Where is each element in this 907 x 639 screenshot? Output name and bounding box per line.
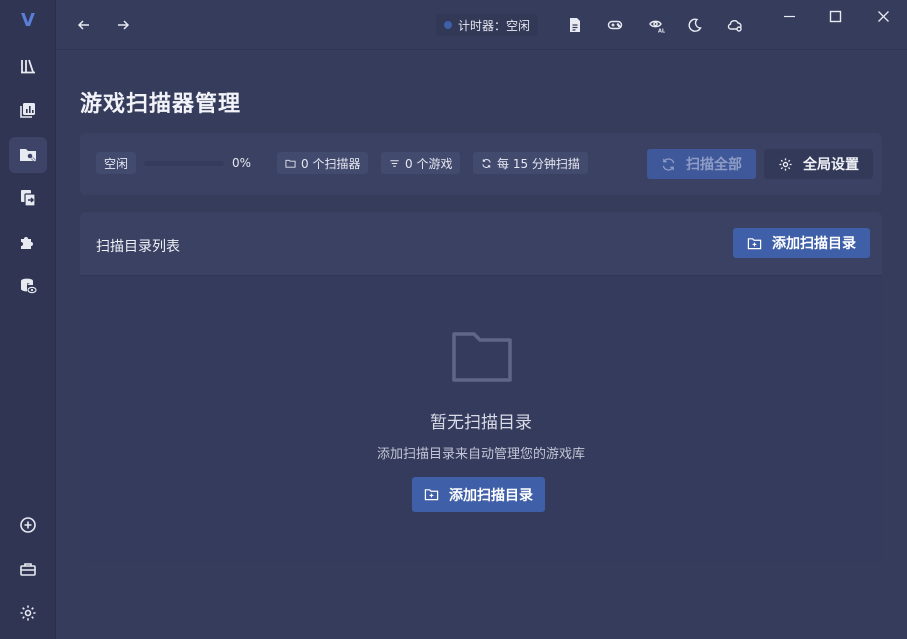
- empty-state-title: 暂无扫描目录: [430, 413, 532, 433]
- sidebar-item-add[interactable]: [9, 507, 47, 543]
- timer-dot-icon: [444, 21, 452, 29]
- minimize-icon: [783, 15, 795, 17]
- title-bar: 计时器：空闲 ALL: [56, 0, 907, 50]
- app-logo: V: [21, 10, 35, 31]
- scan-interval-chip: 每 15 分钟扫描: [473, 152, 588, 174]
- gear-icon: [779, 157, 792, 171]
- timer-label: 计时器：空闲: [458, 18, 531, 33]
- plugin-icon: [21, 237, 33, 249]
- scanner-count-chip: 0 个扫描器: [277, 152, 369, 174]
- game-count: 0 个游戏: [405, 156, 453, 171]
- database-view-icon: [21, 278, 37, 294]
- moon-icon: [688, 18, 702, 32]
- maximize-button[interactable]: [820, 6, 850, 26]
- progress-percent: 0%: [232, 156, 252, 170]
- game-count-chip: 0 个游戏: [381, 152, 461, 174]
- cloud-icon: [727, 19, 742, 32]
- library-icon: [21, 59, 35, 74]
- scanner-status-bar: 空闲 0% 0 个扫描器 0 个游戏 每 15 分钟扫描 扫描全部 全局设置: [80, 133, 882, 195]
- gamepad-icon: [607, 20, 623, 30]
- sidebar-item-library[interactable]: [9, 48, 47, 84]
- add-directory-label: 添加扫描目录: [772, 236, 856, 252]
- filter-icon: [390, 159, 399, 167]
- import-icon: [21, 190, 36, 207]
- scan-all-button[interactable]: 扫描全部: [647, 149, 756, 179]
- sidebar-item-stats[interactable]: [9, 92, 47, 128]
- document-button[interactable]: [561, 11, 589, 39]
- scan-progress-bar: [144, 161, 224, 166]
- panel-title: 扫描目录列表: [96, 239, 180, 255]
- refresh-icon: [662, 157, 675, 171]
- stats-icon: [20, 103, 35, 118]
- settings-icon: [20, 605, 36, 621]
- gamepad-button[interactable]: [601, 11, 629, 39]
- toolbox-icon: [20, 563, 36, 576]
- arrow-right-icon: [118, 20, 130, 30]
- close-icon: [877, 10, 889, 22]
- empty-add-directory-label: 添加扫描目录: [449, 487, 533, 504]
- folder-icon: [285, 159, 296, 168]
- sidebar-item-toolbox[interactable]: [9, 551, 47, 587]
- maximize-icon: [829, 10, 841, 22]
- status-badge: 空闲: [96, 152, 137, 174]
- sidebar-item-import[interactable]: [9, 180, 47, 216]
- timer-status[interactable]: 计时器：空闲: [436, 14, 539, 36]
- sidebar-item-database[interactable]: [9, 268, 47, 304]
- sidebar-item-scanner[interactable]: [9, 137, 47, 173]
- global-settings-button[interactable]: 全局设置: [764, 149, 873, 179]
- empty-add-directory-button[interactable]: 添加扫描目录: [412, 477, 545, 512]
- svg-text:ALL: ALL: [658, 29, 665, 34]
- global-settings-label: 全局设置: [803, 157, 859, 173]
- forward-button[interactable]: [109, 11, 137, 39]
- document-icon: [570, 18, 580, 32]
- sidebar-item-plugins[interactable]: [9, 224, 47, 260]
- add-circle-icon: [20, 517, 36, 533]
- scan-interval: 每 15 分钟扫描: [497, 156, 580, 171]
- scanner-count: 0 个扫描器: [301, 156, 361, 171]
- status-label: 空闲: [104, 156, 129, 171]
- panel-header: 扫描目录列表 添加扫描目录: [80, 212, 882, 276]
- theme-button[interactable]: [681, 11, 709, 39]
- scan-all-label: 扫描全部: [686, 157, 742, 173]
- folder-add-icon: [747, 237, 762, 249]
- sidebar-item-settings[interactable]: [9, 595, 47, 631]
- folder-add-icon: [424, 489, 439, 501]
- minimize-button[interactable]: [774, 6, 804, 26]
- sidebar: V: [0, 0, 56, 639]
- add-directory-button[interactable]: 添加扫描目录: [733, 228, 870, 258]
- scan-directory-panel: 扫描目录列表 添加扫描目录 暂无扫描目录 添加扫描目录来自动管理您的游戏库 添加…: [80, 212, 882, 562]
- empty-folder-icon: [452, 332, 512, 382]
- empty-state-description: 添加扫描目录来自动管理您的游戏库: [376, 447, 585, 462]
- arrow-left-icon: [77, 20, 89, 30]
- close-button[interactable]: [868, 6, 898, 26]
- page-title: 游戏扫描器管理: [80, 92, 242, 117]
- folder-search-icon: [20, 149, 36, 162]
- refresh-icon: [482, 158, 491, 168]
- cloud-sync-button[interactable]: [721, 11, 749, 39]
- back-button[interactable]: [70, 11, 98, 39]
- visibility-all-button[interactable]: ALL: [643, 11, 671, 39]
- eye-all-icon: ALL: [649, 20, 665, 34]
